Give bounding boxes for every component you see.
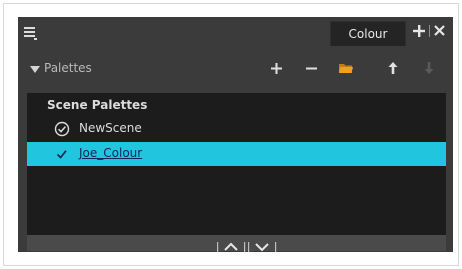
title-divider	[428, 22, 431, 39]
scroll-arrows	[217, 238, 277, 252]
list-resize-bar	[27, 235, 446, 252]
palette-name: NewScene	[79, 121, 142, 135]
palette-name[interactable]: Joe_Colour	[79, 146, 142, 160]
tab-colour[interactable]: Colour	[330, 21, 406, 46]
folder-icon[interactable]	[335, 57, 357, 79]
checkmark-icon[interactable]	[54, 146, 70, 162]
scene-palettes-header: Scene Palettes	[47, 98, 148, 112]
colour-view-panel: Colour Palettes Scene Palettes NewScene …	[18, 17, 453, 252]
palette-list: Scene Palettes NewScene Joe_Colour	[27, 93, 446, 235]
lock-state-icon[interactable]	[54, 121, 70, 137]
tab-colour-label: Colour	[348, 27, 388, 41]
expand-triangle-icon[interactable]	[30, 66, 40, 73]
move-up-arrow-icon[interactable]	[382, 57, 404, 79]
move-down-arrow-icon	[418, 57, 440, 79]
view-title-bar: Colour	[18, 17, 453, 46]
palette-row-newscene[interactable]: NewScene	[27, 117, 446, 141]
plus-icon[interactable]	[412, 22, 426, 39]
palette-row-joe-colour[interactable]: Joe_Colour	[27, 142, 446, 166]
remove-palette-minus-icon[interactable]	[300, 57, 322, 79]
palettes-toolbar: Palettes	[18, 46, 453, 91]
palettes-section-label[interactable]: Palettes	[44, 61, 92, 75]
add-palette-plus-icon[interactable]	[265, 57, 287, 79]
hamburger-menu-icon[interactable]	[24, 25, 37, 40]
close-icon[interactable]	[433, 22, 446, 39]
